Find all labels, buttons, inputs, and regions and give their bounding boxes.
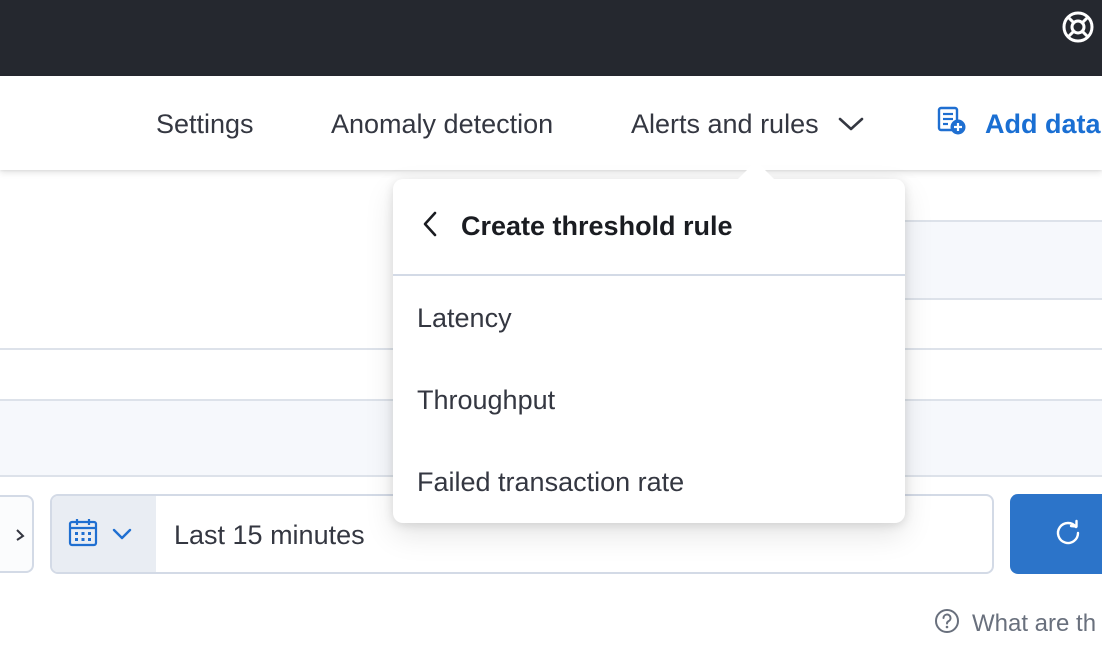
add-data-icon (937, 106, 967, 143)
environment-select[interactable] (0, 495, 34, 573)
calendar-icon (68, 517, 98, 552)
chevron-down-icon (112, 527, 132, 541)
chevron-down-icon (16, 527, 28, 546)
popover-arrow (736, 161, 776, 181)
app-navbar: Settings Anomaly detection Alerts and ru… (0, 76, 1102, 170)
create-threshold-rule-popover: Create threshold rule Latency Throughput… (393, 161, 905, 523)
alerts-and-rules-menu[interactable]: Alerts and rules (631, 106, 865, 142)
popover-title: Create threshold rule (461, 211, 733, 241)
menu-item-failed-transaction-rate[interactable]: Failed transaction rate (417, 462, 877, 502)
chevron-left-icon[interactable] (421, 210, 439, 243)
lifebuoy-icon[interactable] (1060, 9, 1096, 45)
chevron-down-icon (837, 115, 865, 133)
anomaly-detection-link[interactable]: Anomaly detection (331, 106, 553, 142)
menu-item-throughput[interactable]: Throughput (417, 380, 877, 420)
add-data-link[interactable]: Add data (937, 106, 1101, 142)
top-header-bar (0, 0, 1102, 76)
background-panel (880, 220, 1102, 300)
menu-item-latency[interactable]: Latency (417, 298, 877, 338)
question-circle-icon (934, 608, 960, 641)
help-hint-label: What are th (972, 610, 1097, 637)
settings-link[interactable]: Settings (156, 106, 254, 142)
alerts-and-rules-label: Alerts and rules (631, 109, 819, 139)
quick-select-button[interactable] (52, 496, 156, 572)
date-range-text[interactable]: Last 15 minutes (174, 518, 365, 552)
add-data-label: Add data (985, 108, 1101, 139)
refresh-icon (1054, 518, 1082, 551)
refresh-button[interactable] (1010, 494, 1102, 574)
help-hint-link[interactable]: What are th (934, 608, 1096, 640)
popover-header[interactable]: Create threshold rule (393, 179, 905, 276)
